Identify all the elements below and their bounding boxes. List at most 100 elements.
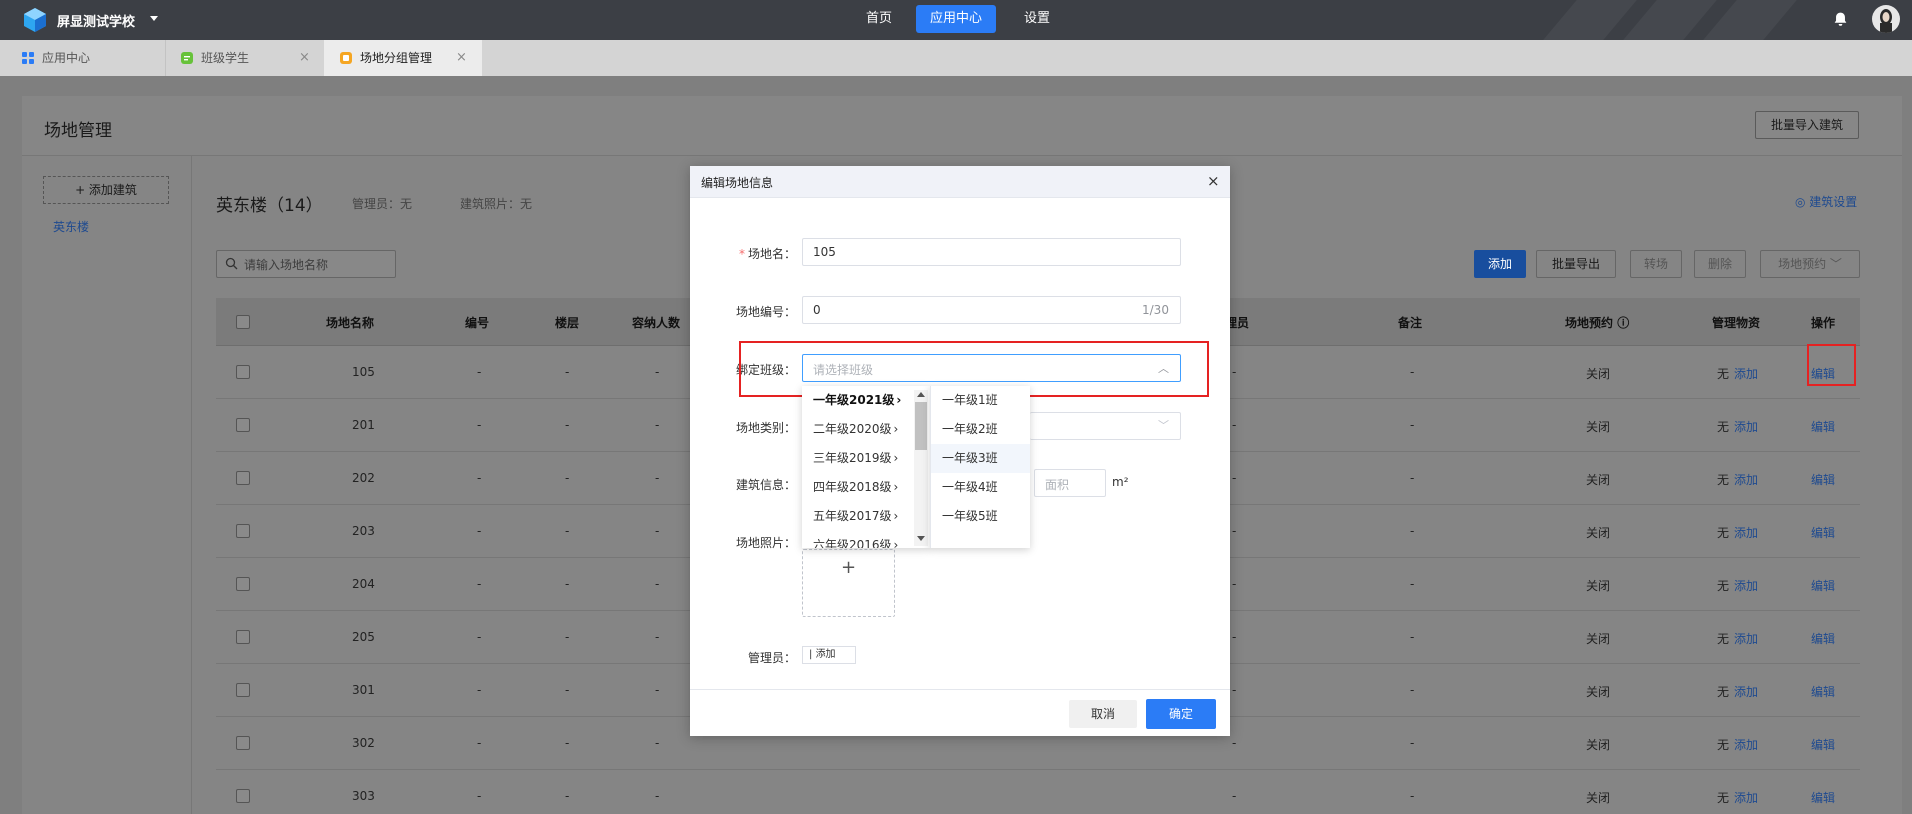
cancel-button[interactable]: 取消 — [1069, 700, 1137, 728]
cell-manager: - — [1232, 577, 1237, 591]
edit-link[interactable]: 编辑 — [1811, 736, 1835, 753]
tab-venue-group[interactable]: 场地分组管理 × — [324, 40, 482, 76]
col-venue-name: 场地名称 — [326, 316, 375, 330]
scroll-up-icon[interactable] — [917, 392, 925, 397]
add-goods-link[interactable]: 添加 — [1734, 736, 1758, 753]
delete-button[interactable]: 删除 — [1694, 250, 1746, 278]
venue-number-value: 0 — [813, 303, 821, 317]
sidebar-item-building[interactable]: 英东楼 — [53, 218, 89, 235]
tab-label: 应用中心 — [42, 51, 91, 65]
scroll-down-icon[interactable] — [917, 536, 925, 541]
grade-option[interactable]: 一年级2021级 › — [802, 386, 930, 415]
add-goods-link[interactable]: 添加 — [1734, 471, 1758, 488]
row-checkbox[interactable] — [236, 365, 250, 379]
grade-option-label: 四年级2018级 — [813, 480, 892, 494]
batch-export-button[interactable]: 批量导出 — [1536, 250, 1616, 278]
venue-name-input[interactable] — [802, 238, 1181, 266]
close-icon[interactable]: × — [1207, 172, 1220, 190]
add-goods-link[interactable]: 添加 — [1734, 789, 1758, 806]
edit-link[interactable]: 编辑 — [1811, 630, 1835, 647]
cell-capacity: - — [655, 365, 660, 379]
chevron-right-icon: › — [896, 393, 902, 407]
chat-icon — [181, 52, 193, 64]
row-checkbox[interactable] — [236, 789, 250, 803]
add-goods-link[interactable]: 添加 — [1734, 683, 1758, 700]
col-number: 编号 — [465, 316, 490, 330]
add-venue-button[interactable]: 添加 — [1474, 250, 1526, 278]
cell-note: - — [1410, 471, 1415, 485]
class-option[interactable]: 一年级4班 — [931, 473, 1030, 502]
add-goods-link[interactable]: 添加 — [1734, 577, 1758, 594]
bell-icon[interactable] — [1832, 11, 1849, 28]
row-checkbox[interactable] — [236, 471, 250, 485]
class-option[interactable]: 一年级1班 — [931, 386, 1030, 415]
cell-number: - — [477, 630, 482, 644]
school-logo-icon — [24, 8, 46, 32]
cell-name: 201 — [352, 418, 375, 432]
grade-option[interactable]: 二年级2020级 › — [802, 415, 930, 444]
edit-link[interactable]: 编辑 — [1811, 471, 1835, 488]
help-icon[interactable]: ⓘ — [1617, 316, 1629, 330]
select-all-checkbox[interactable] — [236, 315, 250, 329]
grade-option[interactable]: 五年级2017级 › — [802, 502, 930, 531]
building-settings-link[interactable]: ◎ 建筑设置 — [1795, 193, 1857, 210]
cell-reserve: 关闭 — [1586, 632, 1611, 646]
cell-floor: - — [565, 524, 570, 538]
confirm-button[interactable]: 确定 — [1146, 699, 1216, 729]
venue-reserve-dropdown[interactable]: 场地预约 ﹀ — [1760, 250, 1860, 278]
add-goods-link[interactable]: 添加 — [1734, 418, 1758, 435]
school-dropdown-caret-icon[interactable] — [150, 16, 158, 21]
batch-import-button[interactable]: 批量导入建筑 — [1755, 111, 1859, 139]
class-option[interactable]: 一年级5班 — [931, 502, 1030, 531]
edit-link[interactable]: 编辑 — [1811, 683, 1835, 700]
transfer-button[interactable]: 转场 — [1630, 250, 1682, 278]
modal-footer-divider — [690, 689, 1230, 690]
row-checkbox[interactable] — [236, 577, 250, 591]
grade-option[interactable]: 三年级2019级 › — [802, 444, 930, 473]
cell-name: 105 — [352, 365, 375, 379]
nav-settings[interactable]: 设置 — [1010, 5, 1064, 33]
nav-home[interactable]: 首页 — [852, 5, 906, 33]
row-checkbox[interactable] — [236, 524, 250, 538]
tab-label: 班级学生 — [201, 51, 250, 65]
modal-title: 编辑场地信息 — [701, 176, 774, 190]
edit-link[interactable]: 编辑 — [1811, 418, 1835, 435]
nav-app-center[interactable]: 应用中心 — [916, 5, 997, 33]
edit-link[interactable]: 编辑 — [1811, 577, 1835, 594]
row-checkbox[interactable] — [236, 683, 250, 697]
class-option[interactable]: 一年级2班 — [931, 415, 1030, 444]
tab-app-center[interactable]: 应用中心 — [0, 40, 166, 76]
user-avatar[interactable] — [1872, 5, 1900, 33]
cell-name: 205 — [352, 630, 375, 644]
grade-option-label: 一年级2021级 — [813, 393, 895, 407]
class-option[interactable]: 一年级3班 — [931, 444, 1030, 473]
cell-reserve: 关闭 — [1586, 579, 1611, 593]
cell-manager: - — [1232, 630, 1237, 644]
add-building-button[interactable]: + 添加建筑 — [43, 176, 169, 204]
close-icon[interactable]: × — [299, 40, 310, 76]
close-icon[interactable]: × — [456, 40, 467, 76]
tab-class-students[interactable]: 班级学生 × — [167, 40, 323, 76]
cell-reserve: 关闭 — [1586, 367, 1611, 381]
venue-number-input[interactable] — [802, 296, 1181, 324]
cell-reserve: 关闭 — [1586, 685, 1611, 699]
add-manager-button[interactable]: | 添加 — [802, 646, 856, 664]
cell-manager: - — [1232, 471, 1237, 485]
school-name[interactable]: 屏显测试学校 — [57, 11, 135, 30]
edit-link[interactable]: 编辑 — [1811, 524, 1835, 541]
row-checkbox[interactable] — [236, 418, 250, 432]
venue-name-label: * 场地名： — [700, 245, 796, 262]
grade-option[interactable]: 六年级2016级 › — [802, 531, 930, 548]
row-checkbox[interactable] — [236, 630, 250, 644]
cell-name: 202 — [352, 471, 375, 485]
scroll-thumb[interactable] — [915, 402, 927, 450]
add-goods-link[interactable]: 添加 — [1734, 630, 1758, 647]
add-goods-link[interactable]: 添加 — [1734, 365, 1758, 382]
add-goods-link[interactable]: 添加 — [1734, 524, 1758, 541]
col-capacity: 容纳人数 — [632, 316, 681, 330]
row-checkbox[interactable] — [236, 736, 250, 750]
grade-option[interactable]: 四年级2018级 › — [802, 473, 930, 502]
grade-menu: 一年级2021级 › 二年级2020级 › 三年级2019级 › 四年级2018级 › … — [802, 386, 930, 548]
edit-link[interactable]: 编辑 — [1811, 789, 1835, 806]
col-goods: 管理物资 — [1712, 316, 1761, 330]
